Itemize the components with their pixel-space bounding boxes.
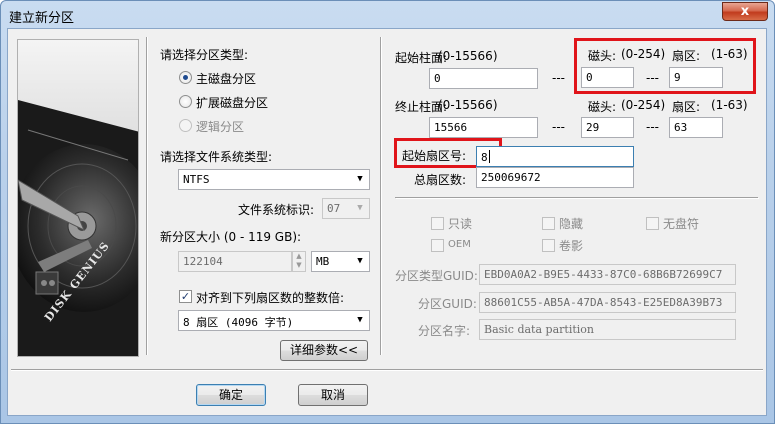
title-bar[interactable]: 建立新分区 x — [1, 1, 774, 29]
footer-divider — [11, 369, 763, 371]
fs-id-value: 07 — [327, 202, 341, 215]
size-stepper: ▲ ▼ — [292, 251, 306, 272]
window-title: 建立新分区 — [9, 11, 75, 26]
hidden-label: 隐藏 — [559, 217, 584, 231]
align-value: 8 扇区 (4096 字节) — [183, 316, 294, 329]
fs-type-value: NTFS — [183, 173, 210, 186]
start-cyl-input[interactable]: 0 — [429, 68, 538, 89]
oem-label: OEM — [448, 239, 471, 250]
primary-partition-radio[interactable] — [179, 71, 192, 84]
total-sectors-input[interactable]: 250069672 — [476, 167, 634, 188]
dash-3: --- — [552, 120, 565, 134]
partition-type-title: 请选择分区类型: — [160, 48, 249, 62]
dash-4: --- — [646, 120, 659, 134]
align-checkbox[interactable]: ✓ — [179, 290, 192, 303]
hidden-checkbox — [542, 217, 555, 230]
start-sector-range: (1-63) — [711, 47, 748, 61]
end-sector-input[interactable]: 63 — [669, 117, 723, 138]
ok-button[interactable]: 确定 — [196, 384, 266, 406]
start-lba-input[interactable]: 8 — [476, 146, 634, 167]
dash-1: --- — [552, 71, 565, 85]
start-cyl-range: (0-15566) — [438, 49, 498, 63]
chevron-down-icon: ▼ — [357, 203, 363, 213]
chevron-down-icon: ▼ — [357, 174, 363, 184]
align-label[interactable]: 对齐到下列扇区数的整数倍: — [196, 289, 344, 306]
start-lba-value: 8 — [481, 151, 488, 164]
end-cyl-input[interactable]: 15566 — [429, 117, 538, 138]
partition-guid-field: 88601C55-AB5A-47DA-8543-E25ED8A39B73 — [479, 292, 736, 313]
text-caret — [488, 150, 490, 163]
dash-2: --- — [646, 71, 659, 85]
start-head-label: 磁头: — [588, 49, 617, 63]
chevron-down-icon: ▼ — [357, 315, 363, 325]
type-guid-field: EBD0A0A2-B9E5-4433-87C0-68B6B72699C7 — [479, 264, 736, 285]
middle-separator — [380, 37, 382, 355]
end-head-range: (0-254) — [621, 98, 666, 112]
extended-partition-radio[interactable] — [179, 95, 192, 108]
start-sector-label: 扇区: — [672, 49, 701, 63]
readonly-checkbox — [431, 217, 444, 230]
start-lba-label: 起始扇区号: — [402, 149, 467, 163]
dialog-client-area: DISK GENIUS 请选择分区类型: 主磁盘分区 扩展磁盘分区 逻辑分区 请… — [7, 28, 767, 416]
end-head-input[interactable]: 29 — [581, 117, 634, 138]
hard-disk-illustration — [18, 40, 138, 356]
primary-partition-label[interactable]: 主磁盘分区 — [196, 70, 256, 87]
end-head-label: 磁头: — [588, 100, 617, 114]
extended-partition-label[interactable]: 扩展磁盘分区 — [196, 94, 268, 111]
size-label: 新分区大小 (0 - 119 GB): — [160, 230, 302, 244]
disk-genius-image: DISK GENIUS — [17, 39, 139, 357]
size-input: 122104 — [178, 251, 292, 272]
end-sector-label: 扇区: — [672, 100, 701, 114]
cancel-button[interactable]: 取消 — [298, 384, 368, 406]
size-unit-select[interactable]: MB ▼ — [311, 251, 370, 272]
end-sector-range: (1-63) — [711, 98, 748, 112]
fs-type-select[interactable]: NTFS ▼ — [178, 169, 370, 190]
end-cyl-range: (0-15566) — [438, 98, 498, 112]
shadow-copy-label: 卷影 — [559, 239, 584, 253]
fs-type-title: 请选择文件系统类型: — [160, 150, 273, 164]
partition-name-label: 分区名字: — [418, 324, 471, 338]
shadow-copy-checkbox — [542, 239, 555, 252]
no-drive-letter-label: 无盘符 — [663, 217, 700, 231]
fs-id-select: 07 ▼ — [322, 198, 370, 219]
fs-id-label: 文件系统标识: — [238, 203, 315, 217]
start-head-range: (0-254) — [621, 47, 666, 61]
oem-checkbox — [431, 239, 444, 252]
close-button[interactable]: x — [722, 2, 768, 21]
readonly-label: 只读 — [448, 217, 473, 231]
chevron-down-icon: ▼ — [357, 256, 363, 266]
attributes-divider — [395, 197, 758, 198]
left-separator — [146, 37, 148, 355]
align-select[interactable]: 8 扇区 (4096 字节) ▼ — [178, 310, 370, 331]
logical-partition-radio — [179, 119, 192, 132]
start-head-input[interactable]: 0 — [581, 67, 634, 88]
partition-name-field: Basic data partition — [479, 319, 736, 340]
total-sectors-label: 总扇区数: — [414, 173, 467, 187]
no-drive-letter-checkbox — [646, 217, 659, 230]
logical-partition-label: 逻辑分区 — [196, 120, 245, 134]
start-sector-input[interactable]: 9 — [669, 67, 723, 88]
partition-guid-label: 分区GUID: — [418, 297, 477, 311]
type-guid-label: 分区类型GUID: — [395, 269, 478, 283]
size-unit-value: MB — [316, 255, 330, 268]
details-button[interactable]: 详细参数<< — [280, 340, 368, 361]
